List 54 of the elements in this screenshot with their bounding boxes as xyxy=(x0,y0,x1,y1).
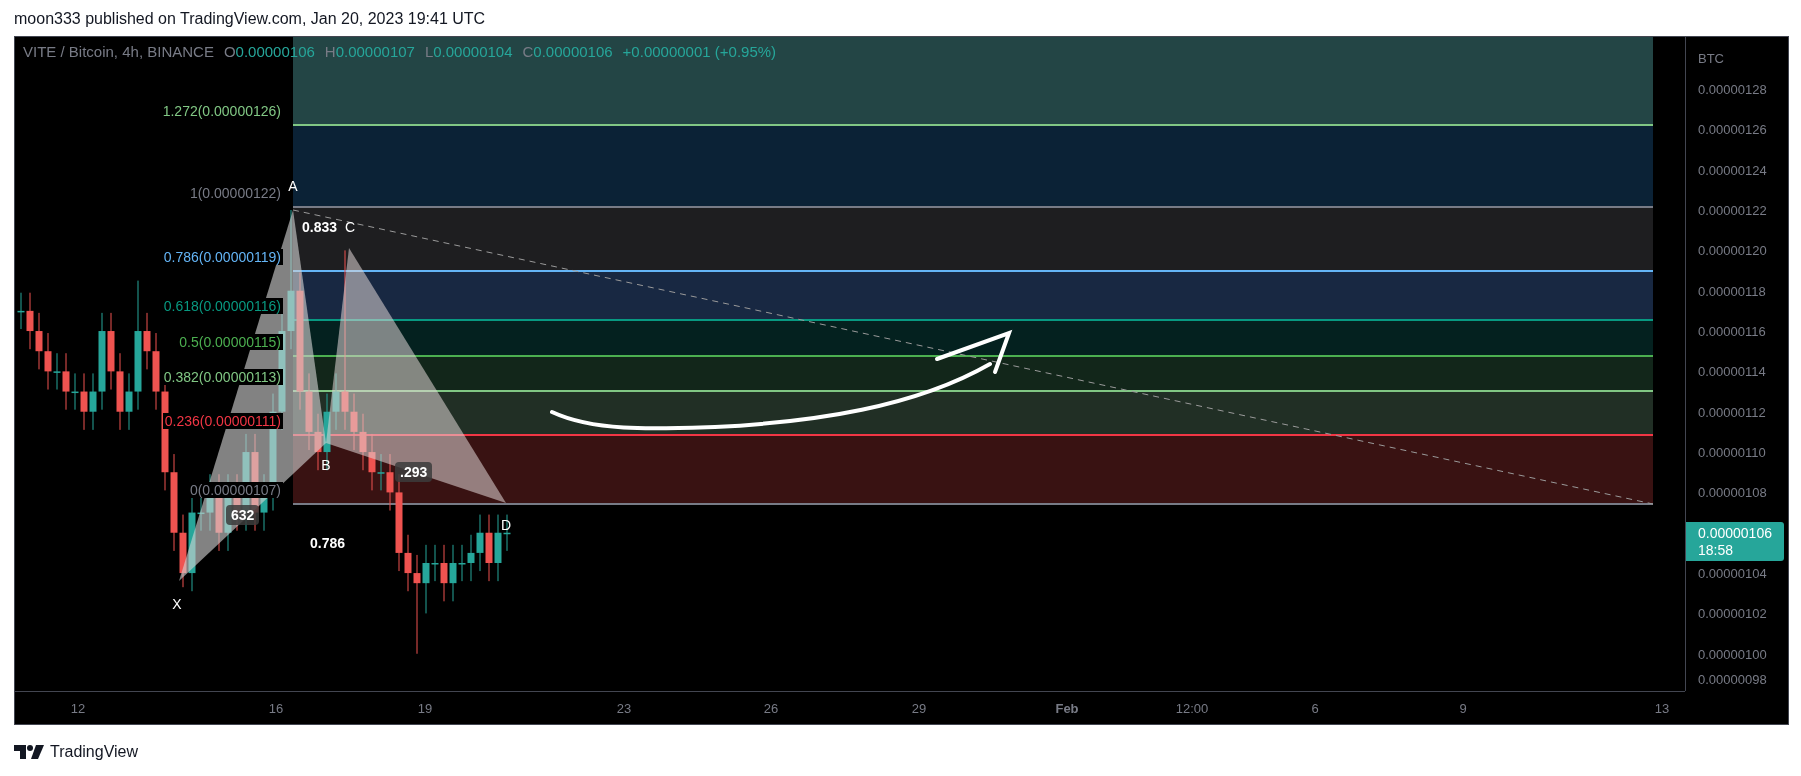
price-tick: 0.00000116 xyxy=(1698,323,1766,339)
brand-name: TradingView xyxy=(50,743,139,761)
fib-level-label: 0.5(0.00000115) xyxy=(177,334,283,350)
time-tick: 19 xyxy=(417,701,433,716)
price-tick: 0.00000112 xyxy=(1698,404,1766,420)
symbol-title: VITE / Bitcoin, 4h, BINANCE xyxy=(23,43,214,60)
time-tick: 6 xyxy=(1311,701,1319,716)
price-tick: 0.00000108 xyxy=(1698,484,1767,500)
current-price: 0.00000106 xyxy=(1698,524,1773,542)
fib-level-label: 1.272(0.00000126) xyxy=(160,103,283,119)
pattern-ratio-label: 632 xyxy=(226,505,260,525)
price-tick: 0.00000102 xyxy=(1698,605,1767,621)
pattern-ratio-label: 0.833 xyxy=(302,219,338,235)
time-tick: 23 xyxy=(616,701,632,716)
time-tick: Feb xyxy=(1055,701,1079,716)
price-tick: 0.00000098 xyxy=(1698,671,1767,687)
time-tick: 29 xyxy=(911,701,927,716)
fib-level-label: 0.786(0.00000119) xyxy=(161,249,283,265)
bar-countdown: 18:58 xyxy=(1698,541,1735,559)
fib-level-label: 0.236(0.00000111) xyxy=(162,413,283,429)
ohlc-value: L0.00000104 xyxy=(424,43,513,60)
price-tick: 0.00000126 xyxy=(1698,121,1767,137)
pattern-point-label: B xyxy=(321,457,331,473)
fib-level-label: 0(0.00000107) xyxy=(187,482,283,498)
price-tick: 0.00000124 xyxy=(1698,162,1767,178)
time-tick: 12:00 xyxy=(1175,701,1209,716)
axis-unit: BTC xyxy=(1698,50,1724,66)
price-tick: 0.00000104 xyxy=(1698,565,1767,581)
pattern-ratio-label: 0.786 xyxy=(310,535,346,551)
price-tick: 0.00000128 xyxy=(1698,81,1767,97)
fib-level-label: 0.382(0.00000113) xyxy=(161,369,283,385)
price-change: +0.00000001 (+0.95%) xyxy=(622,43,777,60)
price-tick: 0.00000120 xyxy=(1698,242,1767,258)
pattern-ratio-label: .293 xyxy=(395,462,433,482)
fib-level-label: 0.618(0.00000116) xyxy=(161,298,283,314)
price-tick: 0.00000122 xyxy=(1698,202,1767,218)
time-tick: 26 xyxy=(763,701,779,716)
time-tick: 9 xyxy=(1459,701,1467,716)
publish-info: moon333 published on TradingView.com, Jan 20, 2023 19:41 UTC xyxy=(13,9,487,29)
price-tick: 0.00000118 xyxy=(1698,283,1766,299)
price-tick: 0.00000100 xyxy=(1698,646,1767,662)
price-tick: 0.00000110 xyxy=(1698,444,1766,460)
pattern-point-label: A xyxy=(288,178,298,194)
pattern-point-label: X xyxy=(172,596,182,612)
pattern-point-label: C xyxy=(344,219,356,235)
ohlc-value: O0.00000106 xyxy=(223,43,315,60)
time-tick: 16 xyxy=(268,701,284,716)
time-tick: 12 xyxy=(70,701,86,716)
logo-icon xyxy=(14,745,44,759)
pattern-point-label: D xyxy=(500,517,512,533)
ohlc-value: C0.00000106 xyxy=(522,43,613,60)
ohlc-value: H0.00000107 xyxy=(324,43,415,60)
time-tick: 13 xyxy=(1654,701,1670,716)
price-tick: 0.00000114 xyxy=(1698,363,1766,379)
